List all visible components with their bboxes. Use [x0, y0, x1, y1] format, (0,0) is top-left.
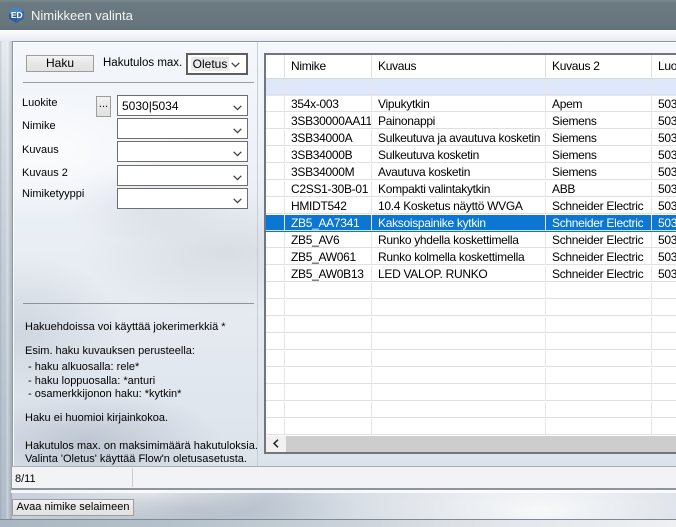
svg-text:ED: ED	[11, 10, 23, 20]
